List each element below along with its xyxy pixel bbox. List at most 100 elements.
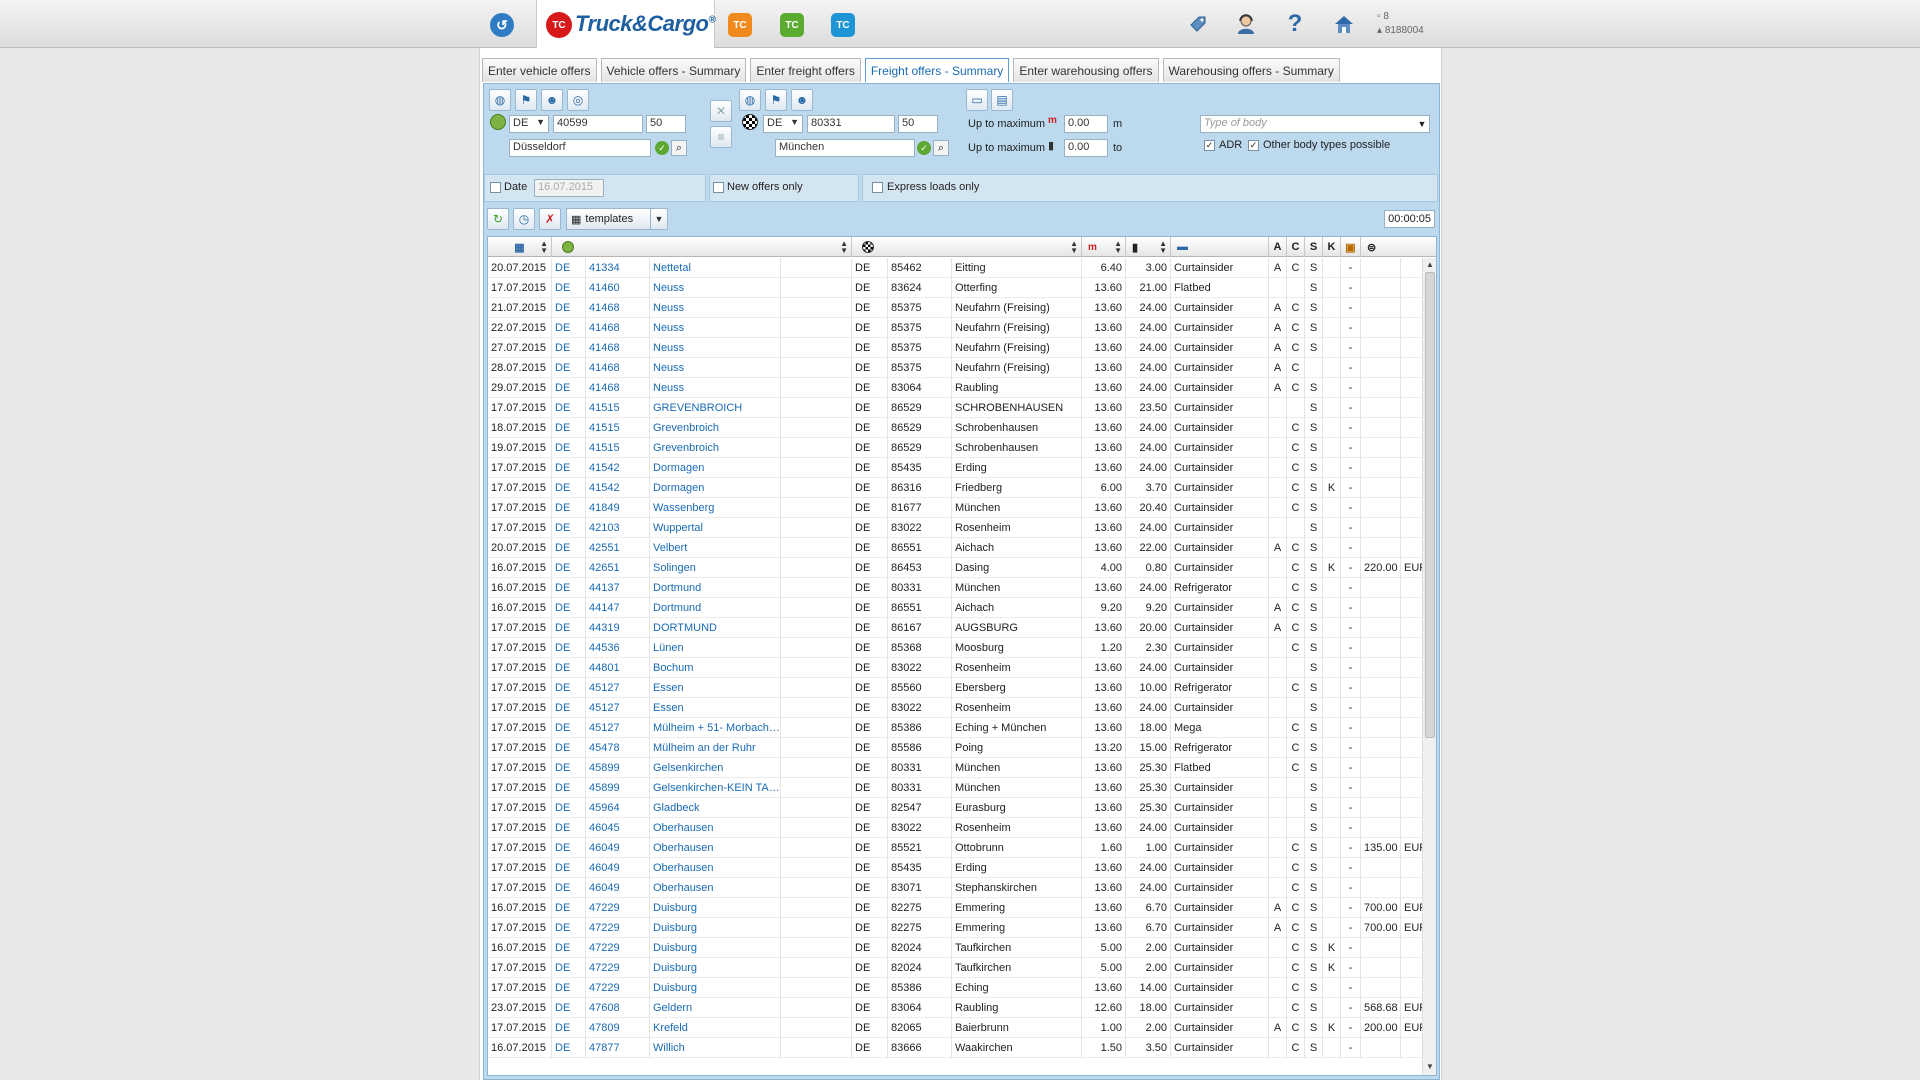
- table-row[interactable]: 16.07.2015 DE 47229 Duisburg DE 82275 Emmering…: [488, 898, 1436, 918]
- origin-country[interactable]: DE: [552, 658, 586, 678]
- origin-zip[interactable]: 45127: [586, 698, 650, 718]
- origin-city[interactable]: Dortmund: [650, 598, 781, 618]
- origin-zip[interactable]: 45899: [586, 778, 650, 798]
- origin-zip[interactable]: 41468: [586, 318, 650, 338]
- origin-zip[interactable]: 41849: [586, 498, 650, 518]
- person-search-icon[interactable]: ☻: [541, 89, 563, 111]
- origin-zip[interactable]: 47229: [586, 918, 650, 938]
- origin-zip-input[interactable]: 40599: [553, 115, 643, 133]
- app-switch-green-icon[interactable]: TC: [780, 13, 804, 37]
- origin-city[interactable]: Lünen: [650, 638, 781, 658]
- vertical-scrollbar[interactable]: ▲ ▼: [1422, 258, 1436, 1075]
- destination-radius-input[interactable]: 50: [898, 115, 938, 133]
- origin-city[interactable]: Essen: [650, 698, 781, 718]
- origin-zip[interactable]: 47809: [586, 1018, 650, 1038]
- table-row[interactable]: 23.07.2015 DE 47608 Geldern DE 83064 Raubling 1…: [488, 998, 1436, 1018]
- destination-country-select[interactable]: DE ▼: [763, 115, 803, 133]
- tab-enter-freight-offers[interactable]: Enter freight offers: [750, 58, 861, 82]
- origin-city[interactable]: Oberhausen: [650, 818, 781, 838]
- help-icon[interactable]: ?: [1283, 10, 1307, 37]
- origin-country[interactable]: DE: [552, 738, 586, 758]
- sort-icon[interactable]: ▲ ▼: [540, 240, 548, 255]
- clear-filter-icon[interactable]: ✗: [539, 208, 561, 230]
- origin-zip[interactable]: 47877: [586, 1038, 650, 1058]
- tab-vehicle-offers-summary[interactable]: Vehicle offers - Summary: [600, 58, 747, 82]
- origin-country[interactable]: DE: [552, 278, 586, 298]
- origin-country[interactable]: DE: [552, 1038, 586, 1058]
- origin-country[interactable]: DE: [552, 418, 586, 438]
- origin-zip[interactable]: 41515: [586, 418, 650, 438]
- origin-zip[interactable]: 41468: [586, 298, 650, 318]
- origin-city[interactable]: Gelsenkirchen: [650, 758, 781, 778]
- list-icon[interactable]: ≡: [710, 126, 732, 148]
- origin-country[interactable]: DE: [552, 378, 586, 398]
- table-row[interactable]: 17.07.2015 DE 47809 Krefeld DE 82065 Baierbrun…: [488, 1018, 1436, 1038]
- tab-freight-offers-summary[interactable]: Freight offers - Summary: [864, 58, 1010, 82]
- table-row[interactable]: 17.07.2015 DE 47229 Duisburg DE 82024 Taufkirc…: [488, 958, 1436, 978]
- truck-weight-icon[interactable]: ▤: [991, 89, 1013, 111]
- sort-icon[interactable]: ▲ ▼: [1114, 240, 1122, 255]
- sort-icon[interactable]: ▲ ▼: [1159, 240, 1167, 255]
- signpost-icon[interactable]: ⚑: [765, 89, 787, 111]
- origin-city[interactable]: Neuss: [650, 278, 781, 298]
- origin-country[interactable]: DE: [552, 298, 586, 318]
- tab-enter-vehicle-offers[interactable]: Enter vehicle offers: [482, 58, 597, 82]
- origin-city[interactable]: Duisburg: [650, 938, 781, 958]
- origin-zip[interactable]: 46049: [586, 838, 650, 858]
- table-row[interactable]: 17.07.2015 DE 42103 Wuppertal DE 83022 Rosenhe…: [488, 518, 1436, 538]
- table-row[interactable]: 29.07.2015 DE 41468 Neuss DE 83064 Raubling 13.…: [488, 378, 1436, 398]
- origin-city[interactable]: Krefeld: [650, 1018, 781, 1038]
- header-k[interactable]: K: [1323, 237, 1341, 257]
- origin-country[interactable]: DE: [552, 798, 586, 818]
- clock-icon[interactable]: ◷: [513, 208, 535, 230]
- origin-city[interactable]: Nettetal: [650, 258, 781, 278]
- origin-country[interactable]: DE: [552, 498, 586, 518]
- origin-country[interactable]: DE: [552, 578, 586, 598]
- origin-zip[interactable]: 41542: [586, 458, 650, 478]
- origin-country[interactable]: DE: [552, 338, 586, 358]
- globe-icon[interactable]: ◍: [489, 89, 511, 111]
- origin-country[interactable]: DE: [552, 678, 586, 698]
- header-s[interactable]: S: [1305, 237, 1323, 257]
- origin-city[interactable]: Duisburg: [650, 958, 781, 978]
- origin-city[interactable]: Mülheim + 51- Morbach…: [650, 718, 781, 738]
- table-row[interactable]: 17.07.2015 DE 44319 DORTMUND DE 86167 AUGSBURG…: [488, 618, 1436, 638]
- origin-country[interactable]: DE: [552, 698, 586, 718]
- table-row[interactable]: 16.07.2015 DE 44137 Dortmund DE 80331 München 1…: [488, 578, 1436, 598]
- origin-city[interactable]: GREVENBROICH: [650, 398, 781, 418]
- origin-country[interactable]: DE: [552, 818, 586, 838]
- origin-city[interactable]: Oberhausen: [650, 858, 781, 878]
- origin-country[interactable]: DE: [552, 618, 586, 638]
- adr-checkbox[interactable]: [1204, 140, 1215, 151]
- origin-city[interactable]: Oberhausen: [650, 878, 781, 898]
- origin-city[interactable]: Dormagen: [650, 478, 781, 498]
- signpost-icon[interactable]: ⚑: [515, 89, 537, 111]
- origin-city[interactable]: Duisburg: [650, 898, 781, 918]
- origin-country[interactable]: DE: [552, 518, 586, 538]
- origin-country[interactable]: DE: [552, 258, 586, 278]
- origin-city[interactable]: Willich: [650, 1038, 781, 1058]
- origin-country[interactable]: DE: [552, 1018, 586, 1038]
- origin-country[interactable]: DE: [552, 318, 586, 338]
- destination-search-icon[interactable]: ⌕: [933, 140, 949, 156]
- table-row[interactable]: 17.07.2015 DE 41542 Dormagen DE 85435 Erding 13…: [488, 458, 1436, 478]
- origin-city[interactable]: Neuss: [650, 378, 781, 398]
- map-search-icon[interactable]: ◎: [567, 89, 589, 111]
- origin-country[interactable]: DE: [552, 398, 586, 418]
- table-row[interactable]: 16.07.2015 DE 47877 Willich DE 83666 Waakirche…: [488, 1038, 1436, 1058]
- new-offers-checkbox[interactable]: [713, 182, 724, 193]
- table-row[interactable]: 17.07.2015 DE 45478 Mülheim an der Ruhr DE 85…: [488, 738, 1436, 758]
- support-agent-icon[interactable]: [1234, 12, 1258, 36]
- origin-city[interactable]: Wuppertal: [650, 518, 781, 538]
- table-row[interactable]: 16.07.2015 DE 44147 Dortmund DE 86551 Aichach 9…: [488, 598, 1436, 618]
- app-switch-orange-icon[interactable]: TC: [728, 13, 752, 37]
- header-adr[interactable]: A: [1269, 237, 1287, 257]
- table-row[interactable]: 17.07.2015 DE 47229 Duisburg DE 85386 Eching 13…: [488, 978, 1436, 998]
- table-row[interactable]: 22.07.2015 DE 41468 Neuss DE 85375 Neufahrn (F…: [488, 318, 1436, 338]
- table-row[interactable]: 28.07.2015 DE 41468 Neuss DE 85375 Neufahrn (F…: [488, 358, 1436, 378]
- origin-zip[interactable]: 45899: [586, 758, 650, 778]
- table-row[interactable]: 21.07.2015 DE 41468 Neuss DE 85375 Neufahrn (F…: [488, 298, 1436, 318]
- header-date[interactable]: ▦ ▲ ▼: [488, 237, 552, 257]
- origin-zip[interactable]: 44319: [586, 618, 650, 638]
- date-input[interactable]: 16.07.2015: [534, 179, 604, 197]
